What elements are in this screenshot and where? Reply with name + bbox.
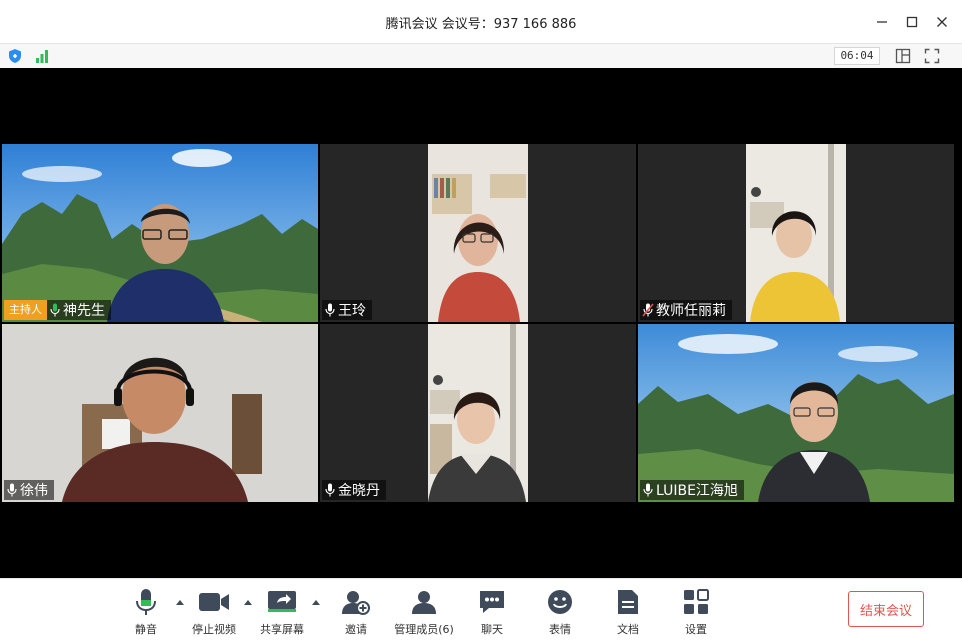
share-screen-label: 共享屏幕 (260, 623, 304, 636)
host-badge: 主持人 (4, 300, 47, 320)
participant-video (638, 144, 954, 322)
grid-settings-icon (661, 587, 731, 617)
microphone-muted-icon (640, 303, 656, 317)
mute-button[interactable]: 静音 (111, 587, 181, 637)
microphone-icon (640, 483, 656, 497)
mute-label: 静音 (135, 623, 157, 636)
participant-name: 金晓丹 (338, 483, 380, 499)
meeting-timer: 06:04 (834, 47, 880, 65)
invite-label: 邀请 (345, 623, 367, 636)
window-title: 腾讯会议 会议号：937 166 886 (385, 17, 577, 32)
participant-video (2, 144, 318, 322)
share-screen-icon (247, 587, 317, 617)
documents-label: 文档 (617, 623, 639, 636)
participant-name-tag: 王玲 (322, 300, 372, 320)
end-meeting-button[interactable]: 结束会议 (848, 591, 924, 627)
layout-icon[interactable] (895, 48, 911, 68)
microphone-icon (4, 483, 20, 497)
participant-name-tag: 主持人 神先生 (4, 300, 111, 320)
manage-members-label: 管理成员(6) (394, 623, 454, 636)
participant-name: 神先生 (63, 303, 105, 319)
settings-label: 设置 (685, 623, 707, 636)
fullscreen-icon[interactable] (924, 48, 940, 68)
title-bar: 腾讯会议 会议号：937 166 886 (0, 0, 962, 44)
invite-button[interactable]: 邀请 (321, 587, 391, 637)
participant-name-tag: 教师任丽莉 (640, 300, 732, 320)
microphone-icon (47, 303, 63, 317)
participant-name: 教师任丽莉 (656, 303, 726, 319)
documents-button[interactable]: 文档 (593, 587, 663, 637)
chat-bubble-icon (457, 587, 527, 617)
status-bar: 06:04 (0, 44, 962, 68)
minimize-icon[interactable] (874, 14, 890, 30)
meeting-toolbar: 静音 停止视频 共享屏幕 邀请 管理成员(6) 聊天 表情 文档 设置 结束会议 (0, 578, 962, 642)
reactions-button[interactable]: 表情 (525, 587, 595, 637)
participant-name-tag: LUIBE江海旭 (640, 480, 744, 500)
participant-video (638, 324, 954, 502)
manage-members-button[interactable]: 管理成员(6) (387, 587, 461, 637)
add-user-icon (321, 587, 391, 617)
stop-video-button[interactable]: 停止视频 (179, 587, 249, 637)
members-icon (387, 587, 461, 617)
share-screen-button[interactable]: 共享屏幕 (247, 587, 317, 637)
document-icon (593, 587, 663, 617)
chat-button[interactable]: 聊天 (457, 587, 527, 637)
maximize-icon[interactable] (904, 14, 920, 30)
close-icon[interactable] (934, 14, 950, 30)
shield-icon[interactable] (7, 48, 23, 68)
share-options-caret-icon[interactable] (311, 597, 321, 607)
video-tile-participant-6[interactable]: LUIBE江海旭 (638, 324, 954, 502)
participant-name: LUIBE江海旭 (656, 483, 738, 499)
video-tile-participant-4[interactable]: 徐伟 (2, 324, 318, 502)
participant-name-tag: 金晓丹 (322, 480, 386, 500)
video-tile-participant-5[interactable]: 金晓丹 (320, 324, 636, 502)
participant-video (320, 324, 636, 502)
microphone-icon (322, 303, 338, 317)
participant-name: 徐伟 (20, 483, 48, 499)
participant-name: 王玲 (338, 303, 366, 319)
participant-video (2, 324, 318, 502)
chat-label: 聊天 (481, 623, 503, 636)
video-grid: 主持人 神先生 王玲 教师任丽莉 徐伟 金晓丹 LUIBE江海旭 (0, 68, 962, 578)
smiley-icon (525, 587, 595, 617)
settings-button[interactable]: 设置 (661, 587, 731, 637)
video-tile-participant-2[interactable]: 王玲 (320, 144, 636, 322)
reactions-label: 表情 (549, 623, 571, 636)
participant-name-tag: 徐伟 (4, 480, 54, 500)
signal-icon[interactable] (34, 48, 50, 68)
video-tile-participant-3[interactable]: 教师任丽莉 (638, 144, 954, 322)
video-camera-icon (179, 587, 249, 617)
stop-video-label: 停止视频 (192, 623, 236, 636)
participant-video (320, 144, 636, 322)
microphone-icon (322, 483, 338, 497)
video-tile-participant-1[interactable]: 主持人 神先生 (2, 144, 318, 322)
microphone-icon (111, 587, 181, 617)
